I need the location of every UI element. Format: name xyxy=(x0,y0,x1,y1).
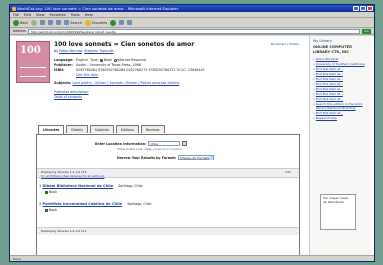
page-viewport: 100 Bookmark | Mobile 100 love sonnets =… xyxy=(10,36,374,255)
cite-link[interactable]: Cite this item xyxy=(76,73,98,77)
favorites-button[interactable]: Favorites xyxy=(84,19,107,26)
location-row: Enter Location Information: Chile xyxy=(95,141,299,146)
window-controls xyxy=(353,6,373,11)
cover-decoration xyxy=(20,67,46,77)
refresh-button[interactable] xyxy=(48,20,54,25)
stop-icon xyxy=(40,20,46,25)
record-meta: Language: English Type: Book Internet Res… xyxy=(54,58,205,77)
sidebar-item[interactable]: • Find this item at... xyxy=(313,111,368,116)
location-hint: (Enter postal code, state, province or c… xyxy=(117,147,182,151)
browser-toolbar: Back Search Favorites xyxy=(10,18,374,28)
mail-icon xyxy=(119,20,125,25)
library-row: 2 Pontificia Universidad Católica de Chi… xyxy=(39,202,152,212)
forward-button[interactable] xyxy=(31,19,38,26)
author-link[interactable]: Stephen Tapscott xyxy=(84,49,113,53)
book-icon xyxy=(45,208,48,212)
back-arrow-icon xyxy=(13,19,19,26)
tab-reviews[interactable]: Reviews xyxy=(141,125,165,133)
record-main: 100 Bookmark | Mobile 100 love sonnets =… xyxy=(14,39,304,255)
tab-details[interactable]: Details xyxy=(66,125,88,133)
page-title: 100 love sonnets = Cien sonetos de amor xyxy=(54,41,195,48)
close-button[interactable] xyxy=(367,6,373,11)
sidebar-map-ad[interactable]: Ver mapas mapa de bibliotecas xyxy=(320,194,356,230)
home-icon xyxy=(56,20,62,25)
home-button[interactable] xyxy=(56,20,62,25)
subject-links[interactable]: Love poetry, Chilean | Sonnets, Chilean … xyxy=(72,81,179,85)
go-button[interactable]: Go xyxy=(362,28,371,34)
subjects-row: Subjects: Love poetry, Chilean | Sonnets… xyxy=(54,81,180,85)
menu-help[interactable]: Help xyxy=(85,12,93,17)
mail-button[interactable] xyxy=(119,20,125,25)
window-titlebar: WorldCat.org: 100 love sonnets = Cien so… xyxy=(10,5,374,12)
tab-subjects[interactable]: Subjects xyxy=(89,125,114,133)
sidebar-item[interactable]: • Search this edition in the OCLC Library… xyxy=(313,102,368,111)
minimize-button[interactable] xyxy=(353,6,359,11)
library-format: Book xyxy=(45,190,142,194)
record-tabs: Libraries Details Subjects Editions Revi… xyxy=(38,125,165,134)
search-button[interactable]: Search xyxy=(64,20,82,25)
history-button[interactable] xyxy=(110,19,117,26)
format-select[interactable]: Display All Formats xyxy=(178,155,215,160)
url-input[interactable]: http://worldcat.org/oclc/16059945&refere… xyxy=(27,28,360,34)
menu-favorites[interactable]: Favorites xyxy=(50,12,66,17)
library-location: Santiago, Chile xyxy=(127,202,152,206)
libraries-panel: Enter Location Information: Chile (Enter… xyxy=(36,134,300,255)
library-name-link[interactable]: Dibam Biblioteca Nacional de Chile xyxy=(42,184,113,188)
publisher-links: Publisher description Table of contents xyxy=(54,90,299,100)
book-icon xyxy=(45,190,48,194)
star-icon xyxy=(84,19,91,26)
address-label: Address xyxy=(13,29,26,33)
refresh-icon xyxy=(48,20,54,25)
library-location: Santiago, Chile xyxy=(118,184,143,188)
back-button[interactable]: Back xyxy=(13,19,28,26)
stop-button[interactable] xyxy=(40,20,46,25)
status-bar: Done xyxy=(10,255,374,261)
location-input[interactable]: Chile xyxy=(148,141,181,146)
browser-logo-icon xyxy=(12,6,16,11)
library-format: Book xyxy=(45,208,151,212)
browser-window: WorldCat.org: 100 love sonnets = Cien so… xyxy=(9,4,375,262)
results-header: Displaying libraries 1-2 out of 2 for al… xyxy=(37,168,299,178)
sidebar: My Library ONLINE COMPUTER LIBRARY CTR, … xyxy=(309,36,371,255)
location-go-button[interactable] xyxy=(182,141,188,146)
address-bar: Address http://worldcat.org/oclc/1605994… xyxy=(10,28,374,35)
menu-view[interactable]: View xyxy=(36,12,45,17)
info-column-label: Info xyxy=(285,170,291,174)
print-icon xyxy=(127,20,133,25)
search-icon xyxy=(64,20,70,25)
format-row: Narrow Your Results by Format: Display A… xyxy=(117,155,299,160)
publisher-value: Austin : University of Texas Press, 1986 xyxy=(76,63,141,67)
library-name-link[interactable]: Pontificia Universidad Católica de Chile xyxy=(42,202,122,206)
menu-edit[interactable]: Edit xyxy=(24,12,31,17)
print-button[interactable] xyxy=(127,20,133,25)
author-link[interactable]: Pablo Neruda xyxy=(59,49,82,53)
sidebar-title: ONLINE COMPUTER LIBRARY CTR, INC xyxy=(313,45,352,54)
tab-editions[interactable]: Editions xyxy=(115,125,140,133)
authors-line: by Pablo Neruda; Stephen Tapscott xyxy=(54,49,114,53)
history-icon xyxy=(110,19,117,26)
sidebar-header: My Library xyxy=(313,39,332,43)
results-note[interactable]: for all Editions (See libraries for all … xyxy=(41,174,295,178)
maximize-button[interactable] xyxy=(360,6,366,11)
table-of-contents-link[interactable]: Table of contents xyxy=(54,95,82,99)
menu-tools[interactable]: Tools xyxy=(71,12,80,17)
results-footer: Displaying libraries 1-2 out of 2 xyxy=(37,227,299,235)
sidebar-item[interactable]: • Research help xyxy=(313,116,368,121)
book-cover-image: 100 xyxy=(16,41,50,83)
isbn-value: 0292760264 9780292760264 0292760272 9780… xyxy=(76,68,205,72)
record-info: Bookmark | Mobile 100 love sonnets = Cie… xyxy=(54,41,299,100)
library-row: 1 Dibam Biblioteca Nacional de Chile San… xyxy=(39,184,143,194)
top-links[interactable]: Bookmark | Mobile xyxy=(271,42,299,46)
forward-arrow-icon xyxy=(31,19,38,26)
results-range-bottom: Displaying libraries 1-2 out of 2 xyxy=(41,229,87,233)
window-title: WorldCat.org: 100 love sonnets = Cien so… xyxy=(17,6,179,11)
tab-libraries[interactable]: Libraries xyxy=(38,125,65,134)
language-value: English xyxy=(76,58,88,62)
menu-file[interactable]: File xyxy=(13,12,19,17)
cover-number: 100 xyxy=(20,45,41,56)
sidebar-list: • OCLC Worldcat • University of Southern C… xyxy=(310,56,371,124)
publisher-description-link[interactable]: Publisher description xyxy=(54,90,89,94)
